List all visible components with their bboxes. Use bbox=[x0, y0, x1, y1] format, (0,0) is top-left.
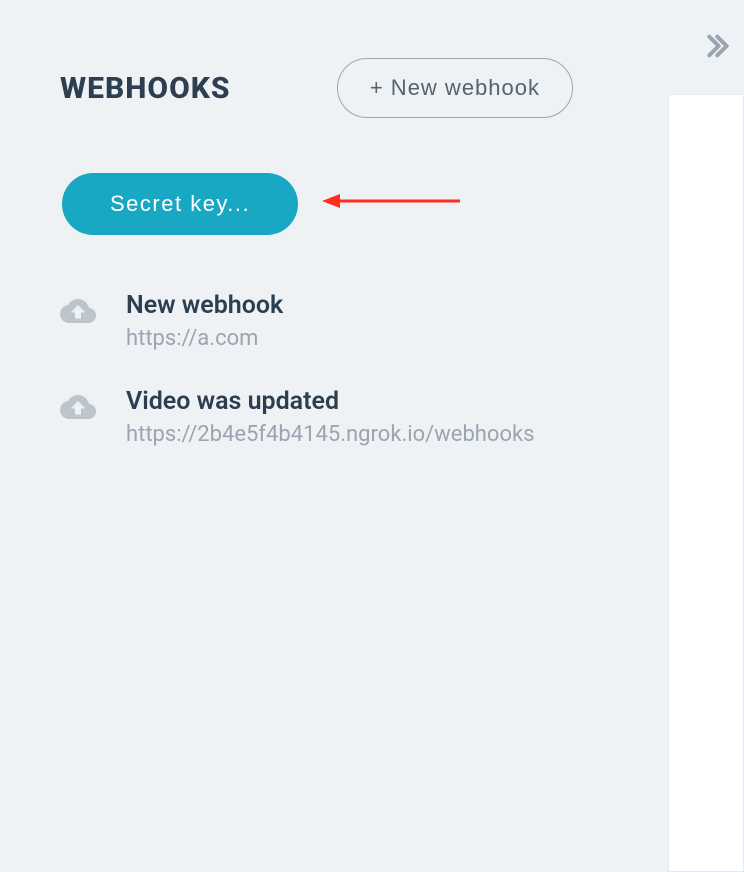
chevron-double-right-icon[interactable] bbox=[700, 30, 732, 62]
side-panel-edge bbox=[668, 94, 744, 872]
webhooks-panel: WEBHOOKS + New webhook Secret key... New… bbox=[0, 0, 668, 872]
webhook-url: https://a.com bbox=[126, 326, 283, 351]
webhook-name: Video was updated bbox=[126, 387, 535, 416]
webhook-text: Video was updated https://2b4e5f4b4145.n… bbox=[126, 387, 535, 447]
header-row: WEBHOOKS + New webhook bbox=[60, 58, 648, 118]
cloud-upload-icon bbox=[60, 389, 96, 425]
webhook-item[interactable]: Video was updated https://2b4e5f4b4145.n… bbox=[60, 387, 648, 447]
webhook-item[interactable]: New webhook https://a.com bbox=[60, 291, 648, 351]
secret-key-button[interactable]: Secret key... bbox=[62, 173, 298, 235]
webhook-list: New webhook https://a.com Video was upda… bbox=[60, 291, 648, 447]
new-webhook-button[interactable]: + New webhook bbox=[337, 58, 573, 118]
webhook-text: New webhook https://a.com bbox=[126, 291, 283, 351]
webhook-name: New webhook bbox=[126, 291, 283, 320]
webhook-url: https://2b4e5f4b4145.ngrok.io/webhooks bbox=[126, 422, 535, 447]
page-title: WEBHOOKS bbox=[60, 71, 231, 106]
cloud-upload-icon bbox=[60, 293, 96, 329]
